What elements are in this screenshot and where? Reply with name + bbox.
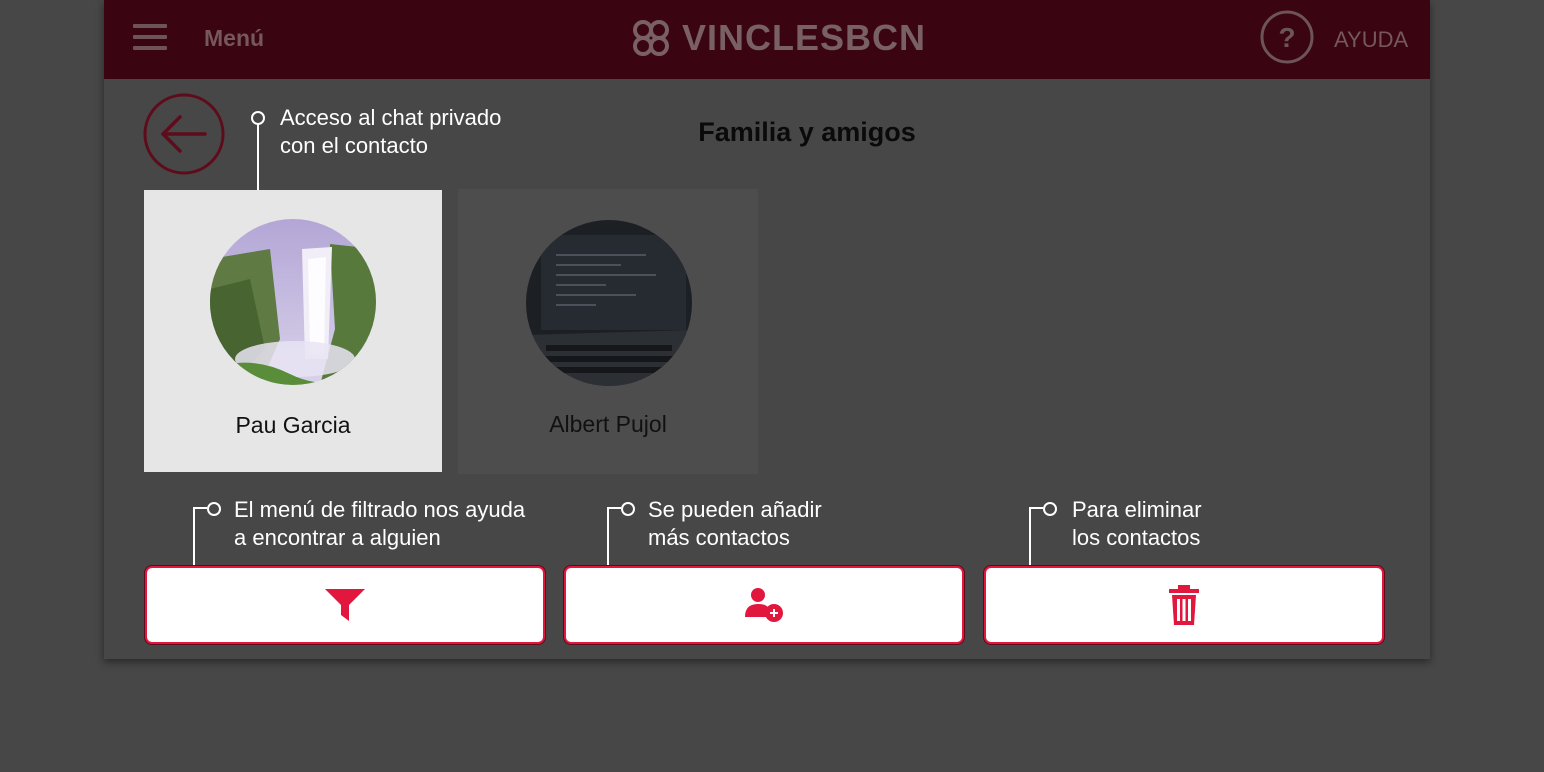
callout-dot: [251, 111, 265, 125]
add-contact-icon: [745, 588, 783, 622]
menu-label[interactable]: Menú: [204, 25, 264, 52]
callout-add-line1: Se pueden añadir: [648, 497, 822, 522]
callout-connector: [607, 507, 609, 565]
callout-connector: [193, 507, 207, 509]
app-window: Menú VINCLESBCN ? AYUDA Familia y amigos…: [104, 0, 1430, 659]
callout-chat-line2: con el contacto: [280, 133, 428, 158]
contact-avatar: [526, 220, 692, 386]
help-icon[interactable]: ?: [1260, 10, 1314, 64]
callout-connector: [193, 507, 195, 565]
contact-name: Pau Garcia: [235, 412, 351, 438]
callout-filter-line1: El menú de filtrado nos ayuda: [234, 497, 526, 522]
help-label[interactable]: AYUDA: [1334, 27, 1408, 53]
trash-icon: [1169, 585, 1199, 625]
callout-delete-line1: Para eliminar: [1072, 497, 1202, 522]
callout-delete: Para eliminar los contactos: [1072, 496, 1202, 552]
contact-name: Albert Pujol: [549, 411, 667, 437]
hamburger-menu-icon[interactable]: [133, 24, 167, 50]
waterfall-photo: [210, 219, 376, 385]
filter-button[interactable]: [145, 566, 545, 644]
callout-add-line2: más contactos: [648, 525, 790, 550]
callout-chat-line1: Acceso al chat privado: [280, 105, 502, 130]
contact-card-albert-pujol[interactable]: Albert Pujol: [458, 189, 758, 474]
add-contact-button[interactable]: [564, 566, 964, 644]
contact-card-pau-garcia[interactable]: Pau Garcia: [144, 190, 442, 472]
callout-connector: [1029, 507, 1031, 565]
callout-filter-line2: a encontrar a alguien: [234, 525, 441, 550]
svg-text:?: ?: [1278, 22, 1295, 53]
callout-dot: [1043, 502, 1057, 516]
contact-avatar: [210, 219, 376, 385]
logo-text: VINCLESBCN: [682, 17, 927, 58]
filter-icon: [325, 589, 365, 621]
callout-chat: Acceso al chat privado con el contacto: [280, 104, 501, 160]
callout-delete-line2: los contactos: [1072, 525, 1201, 550]
vincles-logo-icon: [633, 20, 669, 56]
callout-dot: [207, 502, 221, 516]
top-bar: Menú VINCLESBCN ? AYUDA: [104, 0, 1430, 79]
callout-dot: [621, 502, 635, 516]
laptop-photo: [526, 220, 692, 386]
callout-filter: El menú de filtrado nos ayuda a encontra…: [234, 496, 525, 552]
callout-connector: [607, 507, 621, 509]
callout-connector: [1029, 507, 1043, 509]
delete-button[interactable]: [984, 566, 1384, 644]
callout-add: Se pueden añadir más contactos: [648, 496, 822, 552]
app-logo: VINCLESBCN: [630, 15, 926, 61]
callout-connector: [257, 124, 259, 190]
